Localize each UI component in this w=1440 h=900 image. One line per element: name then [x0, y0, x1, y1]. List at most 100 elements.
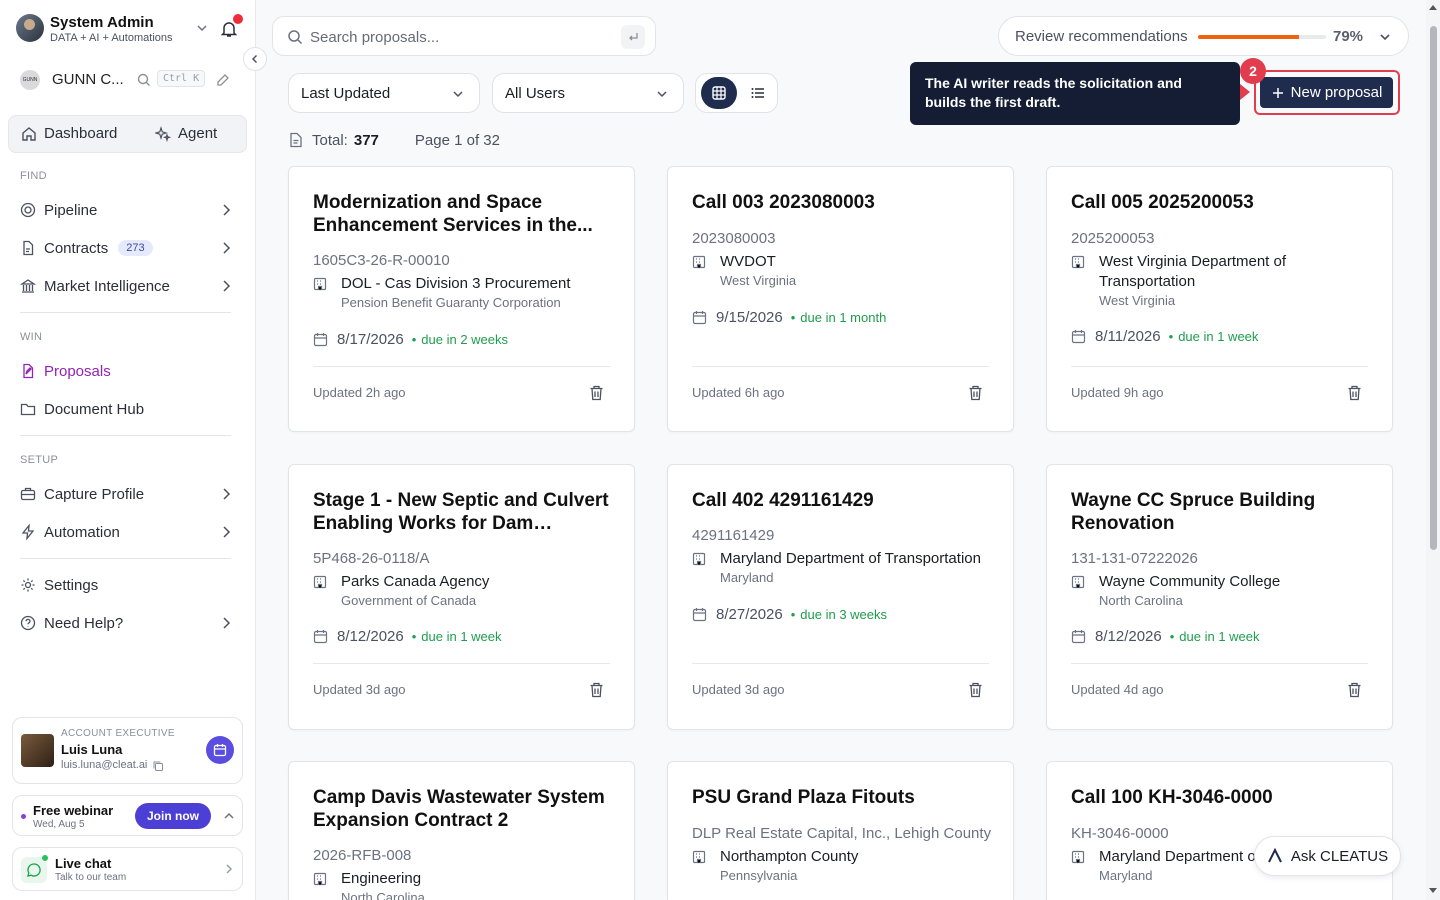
copy-icon[interactable]: [152, 760, 164, 772]
gear-icon: [20, 577, 36, 593]
building-icon: [313, 277, 327, 291]
agency-block: Parks Canada Agency Government of Canada: [313, 572, 613, 608]
cleatus-logo-icon: [1267, 848, 1283, 864]
section-win: WIN: [20, 331, 43, 343]
grid-view-button[interactable]: [701, 77, 737, 109]
sidebar-item-label: Need Help?: [44, 614, 124, 632]
edit-icon[interactable]: [216, 73, 230, 87]
due-date-value: 8/17/2026: [337, 331, 404, 348]
sidebar-item-settings[interactable]: Settings: [20, 573, 238, 597]
users-select[interactable]: All Users: [492, 73, 684, 113]
results-summary: Total: 377 Page 1 of 32: [289, 131, 500, 149]
trash-icon[interactable]: [968, 385, 983, 401]
collapse-sidebar-button[interactable]: [243, 47, 267, 71]
divider: [1071, 663, 1368, 664]
live-chat-card[interactable]: Live chat Talk to our team: [12, 847, 243, 891]
proposal-card[interactable]: Call 100 KH-3046-0000 KH-3046-0000 Maryl…: [1046, 761, 1393, 900]
contracts-count-badge: 273: [118, 240, 153, 256]
scroll-up-icon[interactable]: [1429, 4, 1437, 10]
due-date: 8/27/2026 due in 3 weeks: [692, 606, 887, 623]
trash-icon[interactable]: [1347, 385, 1362, 401]
chevron-right-icon: [223, 863, 235, 875]
proposal-card[interactable]: Call 003 2023080003 2023080003 WVDOT Wes…: [667, 166, 1014, 432]
sidebar-item-pipeline[interactable]: Pipeline: [20, 198, 238, 222]
divider: [20, 435, 231, 436]
sidebar-item-need-help[interactable]: Need Help?: [20, 611, 238, 635]
sidebar-item-automation[interactable]: Automation: [20, 520, 238, 544]
chevron-right-icon: [220, 203, 232, 217]
org-switcher[interactable]: GUNN GUNN C... Ctrl K: [20, 70, 235, 90]
agency-block: Engineering North Carolina: [313, 869, 613, 900]
agency-parent: Maryland: [720, 570, 774, 585]
due-relative: due in 3 weeks: [791, 607, 887, 622]
solicitation-id: 1605C3-26-R-00010: [313, 252, 450, 269]
proposal-card[interactable]: Call 402 4291161429 4291161429 Maryland …: [667, 464, 1014, 730]
list-view-button[interactable]: [743, 77, 773, 109]
account-executive-photo: [21, 734, 54, 767]
agency-name: DOL - Cas Division 3 Procurement: [341, 275, 571, 292]
sidebar-item-contracts[interactable]: Contracts 273: [20, 236, 238, 260]
proposal-card[interactable]: Camp Davis Wastewater System Expansion C…: [288, 761, 635, 900]
agency-name: Northampton County: [720, 848, 859, 865]
trash-icon[interactable]: [1347, 682, 1362, 698]
proposal-card[interactable]: Modernization and Space Enhancement Serv…: [288, 166, 635, 432]
user-avatar: [16, 14, 44, 42]
scrollbar[interactable]: [1426, 0, 1440, 900]
search-icon[interactable]: [137, 73, 151, 87]
proposal-title: Call 100 KH-3046-0000: [1071, 787, 1273, 808]
document-icon: [289, 132, 303, 148]
tooltip-arrow: [1240, 84, 1250, 100]
calendar-icon: [692, 607, 707, 622]
building-icon: [1071, 255, 1085, 269]
chevron-right-icon: [220, 616, 232, 630]
scrollbar-thumb[interactable]: [1430, 26, 1437, 550]
sidebar: System Admin DATA + AI + Automations GUN…: [0, 0, 256, 900]
briefcase-icon: [20, 486, 36, 502]
sidebar-item-capture-profile[interactable]: Capture Profile: [20, 482, 238, 506]
agency-block: WVDOT West Virginia: [692, 252, 992, 288]
due-date: 8/12/2026 due in 1 week: [313, 628, 502, 645]
dashboard-tab[interactable]: Dashboard: [21, 125, 117, 142]
chevron-left-icon: [250, 54, 260, 64]
trash-icon[interactable]: [589, 385, 604, 401]
proposal-title: Camp Davis Wastewater System Expansion C…: [313, 787, 605, 831]
join-webinar-button[interactable]: Join now: [135, 803, 211, 829]
proposal-card[interactable]: PSU Grand Plaza Fitouts DLP Real Estate …: [667, 761, 1014, 900]
dashboard-label: Dashboard: [44, 125, 118, 142]
search-input[interactable]: Search proposals...: [310, 29, 439, 46]
sidebar-item-proposals[interactable]: Proposals: [20, 359, 238, 383]
divider: [692, 366, 989, 367]
file-icon: [20, 240, 36, 256]
sidebar-item-market-intelligence[interactable]: Market Intelligence: [20, 274, 238, 298]
trash-icon[interactable]: [968, 682, 983, 698]
account-executive-role: ACCOUNT EXECUTIVE: [61, 728, 175, 739]
trash-icon[interactable]: [589, 682, 604, 698]
ask-cleatus-button[interactable]: Ask CLEATUS: [1254, 836, 1401, 876]
shortcut-hint: Ctrl K: [157, 70, 206, 87]
new-proposal-button[interactable]: New proposal: [1260, 77, 1393, 108]
sparkle-icon: [155, 125, 171, 142]
proposal-title: Call 402 4291161429: [692, 490, 874, 511]
org-name: GUNN C...: [52, 71, 124, 88]
review-recommendations[interactable]: Review recommendations 79%: [998, 16, 1409, 56]
due-relative: due in 1 week: [1170, 629, 1259, 644]
online-indicator: [41, 854, 49, 862]
user-menu[interactable]: System Admin DATA + AI + Automations: [16, 14, 241, 46]
scroll-down-icon[interactable]: [1429, 888, 1437, 894]
grid-icon: [711, 85, 727, 101]
chevron-up-icon[interactable]: [223, 810, 235, 822]
sidebar-item-document-hub[interactable]: Document Hub: [20, 397, 238, 421]
calendar-button[interactable]: [206, 736, 234, 764]
chevron-down-icon[interactable]: [1378, 30, 1392, 44]
proposal-card[interactable]: Wayne CC Spruce Building Renovation 131-…: [1046, 464, 1393, 730]
sidebar-item-label: Proposals: [44, 362, 111, 380]
sort-select[interactable]: Last Updated: [288, 73, 480, 113]
agent-tab[interactable]: Agent: [155, 125, 217, 142]
onboarding-step-badge: 2: [1240, 58, 1266, 84]
chevron-down-icon[interactable]: [196, 22, 208, 34]
calendar-icon: [692, 310, 707, 325]
proposal-card[interactable]: Call 005 2025200053 2025200053 West Virg…: [1046, 166, 1393, 432]
review-progress-bar: [1198, 35, 1326, 39]
proposal-card[interactable]: Stage 1 - New Septic and Culvert Enablin…: [288, 464, 635, 730]
search-bar[interactable]: Search proposals...: [272, 16, 656, 56]
